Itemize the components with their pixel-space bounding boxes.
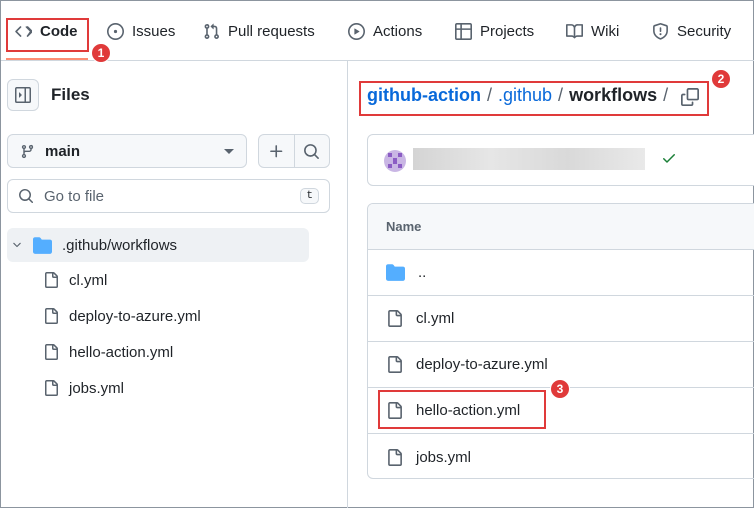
tree-file-jobs[interactable]: jobs.yml (43, 371, 124, 405)
file-icon (45, 308, 58, 324)
latest-commit-box (367, 134, 754, 186)
collapse-sidebar-button[interactable] (7, 79, 39, 111)
search-icon (19, 189, 34, 204)
active-tab-indicator (6, 58, 88, 60)
tab-wiki-label: Wiki (591, 22, 620, 40)
tree-file-cl[interactable]: cl.yml (43, 263, 107, 297)
go-to-file-placeholder: Go to file (44, 187, 105, 205)
table-row[interactable]: cl.yml (368, 296, 754, 342)
tab-pull-requests[interactable]: Pull requests (203, 15, 315, 47)
tree-file-label: deploy-to-azure.yml (69, 307, 201, 325)
files-header: Files (7, 79, 90, 111)
shield-icon (653, 22, 668, 40)
search-icon (304, 143, 320, 159)
annotation-box-code-tab (6, 18, 89, 52)
caret-down-icon (224, 148, 234, 154)
check-icon (663, 154, 675, 163)
table-icon (455, 22, 472, 40)
tab-security-label: Security (677, 22, 732, 40)
directory-listing: Name .. cl.yml deploy-to-azure.yml hello… (367, 203, 754, 479)
file-link[interactable]: jobs.yml (416, 449, 471, 466)
annotation-box-hello-action (378, 390, 546, 429)
file-link[interactable]: cl.yml (416, 310, 454, 327)
tree-folder-label: .github/workflows (62, 236, 178, 254)
annotation-badge-1: 1 (91, 43, 111, 63)
file-icon (388, 448, 402, 466)
tab-projects[interactable]: Projects (455, 15, 534, 47)
table-row-parent[interactable]: .. (368, 250, 754, 296)
folder-open-icon (33, 236, 52, 254)
tab-projects-label: Projects (480, 22, 535, 40)
tab-actions[interactable]: Actions (348, 15, 422, 47)
annotation-badge-2: 2 (711, 69, 731, 89)
search-button[interactable] (293, 135, 330, 167)
table-row[interactable]: jobs.yml (368, 434, 754, 478)
file-icon (388, 356, 402, 373)
table-header: Name (368, 204, 754, 250)
tree-file-label: hello-action.yml (69, 343, 174, 361)
annotation-box-breadcrumb (359, 81, 709, 116)
tree-file-label: jobs.yml (69, 379, 125, 397)
annotation-badge-3: 3 (550, 379, 570, 399)
file-link[interactable]: deploy-to-azure.yml (416, 356, 548, 373)
folder-icon (386, 264, 405, 281)
file-icon (45, 380, 58, 396)
plus-icon (269, 144, 283, 157)
repo-nav: Code Issues Pull requests Actions Projec… (1, 1, 754, 61)
file-tree-panel: Files main Go to file t .github/workflow… (1, 61, 348, 508)
tab-security[interactable]: Security (652, 15, 731, 47)
redacted-commit-message (413, 148, 645, 170)
add-file-button[interactable] (259, 135, 294, 167)
file-icon (388, 310, 402, 327)
book-icon (566, 23, 583, 38)
branch-selector[interactable]: main (7, 134, 247, 168)
tree-folder-workflows[interactable]: .github/workflows (7, 228, 309, 262)
tree-file-hello-action[interactable]: hello-action.yml (43, 335, 173, 369)
go-to-file-input[interactable]: Go to file t (7, 179, 330, 213)
file-icon (45, 272, 58, 288)
avatar[interactable] (384, 150, 406, 172)
tree-file-deploy-to-azure[interactable]: deploy-to-azure.yml (43, 299, 201, 333)
sidebar-collapse-icon (15, 87, 31, 103)
issue-icon (107, 22, 124, 40)
pull-request-icon (204, 23, 219, 39)
tree-file-label: cl.yml (69, 271, 108, 289)
tab-wiki[interactable]: Wiki (566, 15, 619, 47)
play-icon (348, 22, 365, 40)
tree-actions (258, 134, 330, 168)
tab-issues[interactable]: Issues (107, 15, 175, 47)
tab-pull-requests-label: Pull requests (228, 22, 315, 40)
chevron-down-icon (13, 242, 21, 248)
parent-directory-link[interactable]: .. (418, 264, 426, 281)
branch-name: main (45, 142, 81, 160)
tab-issues-label: Issues (132, 22, 176, 40)
file-icon (45, 344, 58, 360)
branch-icon (21, 144, 34, 158)
files-title: Files (51, 85, 90, 104)
keyboard-shortcut-hint: t (300, 188, 319, 204)
tab-actions-label: Actions (373, 22, 423, 40)
column-name-header: Name (386, 219, 422, 234)
